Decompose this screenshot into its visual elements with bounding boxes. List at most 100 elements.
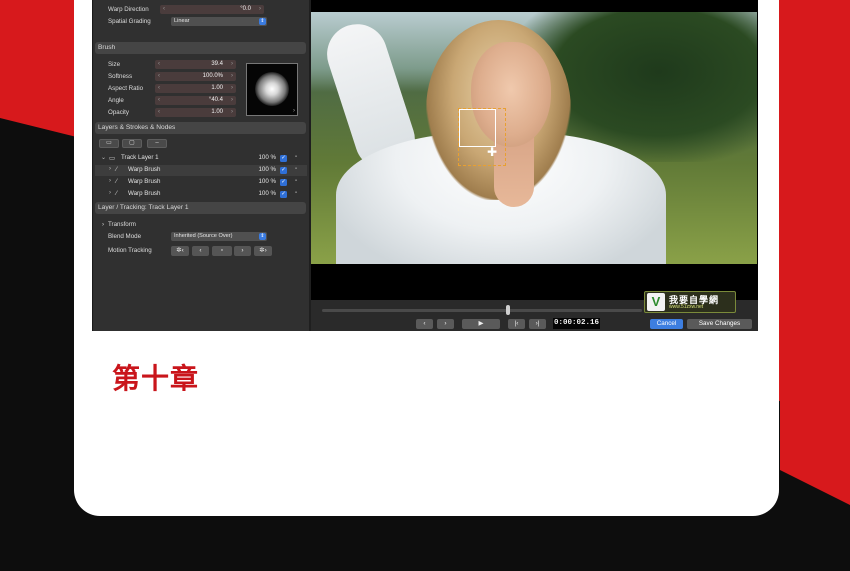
- next-frame-icon[interactable]: ›: [437, 319, 454, 329]
- folder-icon: ▭: [109, 155, 116, 162]
- watermark-url: www.51zxw.net: [669, 304, 704, 310]
- angle-value: °40.4: [208, 97, 223, 103]
- brush-icon: ⁄: [116, 190, 118, 197]
- save-changes-button[interactable]: Save Changes: [687, 319, 752, 329]
- decrement-icon[interactable]: ‹: [158, 96, 160, 105]
- layer-opacity[interactable]: 100 %: [258, 166, 276, 173]
- lock-icon[interactable]: ▪: [295, 154, 297, 160]
- brush-section-header[interactable]: Brush: [95, 42, 306, 54]
- tracking-section-header[interactable]: Layer / Tracking: Track Layer 1: [95, 202, 306, 214]
- film-layer-icon[interactable]: ▭: [99, 139, 119, 148]
- expand-icon[interactable]: ›: [293, 108, 295, 114]
- brush-preview[interactable]: ›: [246, 63, 298, 116]
- remove-icon[interactable]: –: [147, 139, 167, 148]
- increment-icon[interactable]: ›: [231, 84, 233, 93]
- chevron-right-icon[interactable]: ›: [109, 178, 111, 184]
- track-forward-icon[interactable]: ✲›: [254, 246, 272, 256]
- decrement-icon[interactable]: ‹: [163, 5, 165, 14]
- layer-name: Warp Brush: [128, 190, 161, 197]
- lock-icon[interactable]: ▪: [295, 166, 297, 172]
- v-logo-icon: V: [647, 293, 665, 311]
- warp-selection-box[interactable]: ✚: [458, 108, 506, 166]
- brush-falloff-preview: [255, 72, 289, 106]
- softness-field[interactable]: ‹ 100.0% ›: [155, 72, 236, 81]
- warp-direction-label: Warp Direction: [108, 6, 149, 13]
- aspect-ratio-label: Aspect Ratio: [108, 85, 144, 92]
- prev-frame-icon[interactable]: ‹: [416, 319, 433, 329]
- scrub-handle[interactable]: [506, 305, 510, 315]
- step-back-icon[interactable]: ‹: [192, 246, 209, 256]
- play-icon[interactable]: ▶: [462, 319, 500, 329]
- stop-icon[interactable]: ▫: [212, 246, 232, 256]
- timecode-display: 0:00:02.16: [553, 318, 600, 329]
- blend-mode-select[interactable]: Inherited (Source Over) ⇕: [171, 232, 267, 241]
- opacity-value: 1.00: [211, 109, 223, 115]
- video-frame[interactable]: [311, 12, 757, 264]
- layer-name: Warp Brush: [128, 166, 161, 173]
- layer-opacity[interactable]: 100 %: [258, 154, 276, 161]
- decrement-icon[interactable]: ‹: [158, 84, 160, 93]
- visible-checkbox[interactable]: ✓: [280, 167, 287, 174]
- folder-add-icon[interactable]: ▢: [122, 139, 142, 148]
- size-label: Size: [108, 61, 121, 68]
- size-field[interactable]: ‹ 39.4 ›: [155, 60, 236, 69]
- layer-name: Warp Brush: [128, 178, 161, 185]
- lock-icon[interactable]: ▪: [295, 190, 297, 196]
- warp-direction-field[interactable]: ‹ °0.0 ›: [160, 5, 264, 14]
- transform-label[interactable]: Transform: [108, 221, 136, 229]
- track-backward-icon[interactable]: ✲‹: [171, 246, 189, 256]
- angle-field[interactable]: ‹ °40.4 ›: [155, 96, 236, 105]
- chevron-down-icon[interactable]: ⌄: [101, 154, 106, 161]
- increment-icon[interactable]: ›: [231, 72, 233, 81]
- chevron-right-icon[interactable]: ›: [102, 221, 104, 229]
- dropdown-arrow-icon: ⇕: [259, 233, 266, 240]
- softness-value: 100.0%: [202, 73, 223, 79]
- increment-icon[interactable]: ›: [231, 96, 233, 105]
- motion-tracking-label: Motion Tracking: [108, 247, 152, 254]
- watermark-logo: V 我要自學網 www.51zxw.net: [644, 291, 736, 313]
- warp-direction-value: °0.0: [240, 6, 251, 12]
- decrement-icon[interactable]: ‹: [158, 72, 160, 81]
- aspect-ratio-field[interactable]: ‹ 1.00 ›: [155, 84, 236, 93]
- decrement-icon[interactable]: ‹: [158, 108, 160, 117]
- visible-checkbox[interactable]: ✓: [280, 155, 287, 162]
- blend-mode-value: Inherited (Source Over): [174, 233, 233, 239]
- go-to-end-icon[interactable]: ›|: [529, 319, 546, 329]
- opacity-field[interactable]: ‹ 1.00 ›: [155, 108, 236, 117]
- chevron-right-icon[interactable]: ›: [109, 190, 111, 196]
- cancel-button[interactable]: Cancel: [650, 319, 683, 329]
- size-value: 39.4: [211, 61, 223, 67]
- layer-row-warp-brush[interactable]: › ⁄ Warp Brush 100 % ✓ ▪: [95, 165, 307, 176]
- layer-row-track-layer[interactable]: ⌄ ▭ Track Layer 1 100 % ✓ ▪: [95, 153, 307, 164]
- softness-label: Softness: [108, 73, 133, 80]
- lock-icon[interactable]: ▪: [295, 178, 297, 184]
- decrement-icon[interactable]: ‹: [158, 60, 160, 69]
- angle-label: Angle: [108, 97, 124, 104]
- brush-icon: ⁄: [116, 166, 118, 173]
- dropdown-arrow-icon: ⇕: [259, 18, 266, 25]
- increment-icon[interactable]: ›: [231, 108, 233, 117]
- layer-row-warp-brush[interactable]: › ⁄ Warp Brush 100 % ✓ ▪: [95, 189, 307, 200]
- go-to-start-icon[interactable]: |‹: [508, 319, 525, 329]
- layer-opacity[interactable]: 100 %: [258, 178, 276, 185]
- chevron-right-icon[interactable]: ›: [109, 166, 111, 172]
- visible-checkbox[interactable]: ✓: [280, 179, 287, 186]
- spatial-grading-label: Spatial Grading: [108, 18, 151, 25]
- spatial-grading-value: Linear: [174, 18, 190, 24]
- visible-checkbox[interactable]: ✓: [280, 191, 287, 198]
- layers-section-header[interactable]: Layers & Strokes & Nodes: [95, 122, 306, 134]
- chapter-title: 第十章: [112, 362, 200, 395]
- spatial-grading-select[interactable]: Linear ⇕: [171, 17, 267, 26]
- aspect-ratio-value: 1.00: [211, 85, 223, 91]
- opacity-label: Opacity: [108, 109, 129, 116]
- scrub-track[interactable]: [322, 309, 642, 312]
- blend-mode-label: Blend Mode: [108, 233, 142, 240]
- crosshair-icon[interactable]: ✚: [487, 145, 497, 159]
- step-forward-icon[interactable]: ›: [234, 246, 251, 256]
- increment-icon[interactable]: ›: [259, 5, 261, 14]
- layer-row-warp-brush[interactable]: › ⁄ Warp Brush 100 % ✓ ▪: [95, 177, 307, 188]
- increment-icon[interactable]: ›: [231, 60, 233, 69]
- layer-name: Track Layer 1: [121, 154, 159, 161]
- warp-inner-box[interactable]: [459, 109, 496, 147]
- layer-opacity[interactable]: 100 %: [258, 190, 276, 197]
